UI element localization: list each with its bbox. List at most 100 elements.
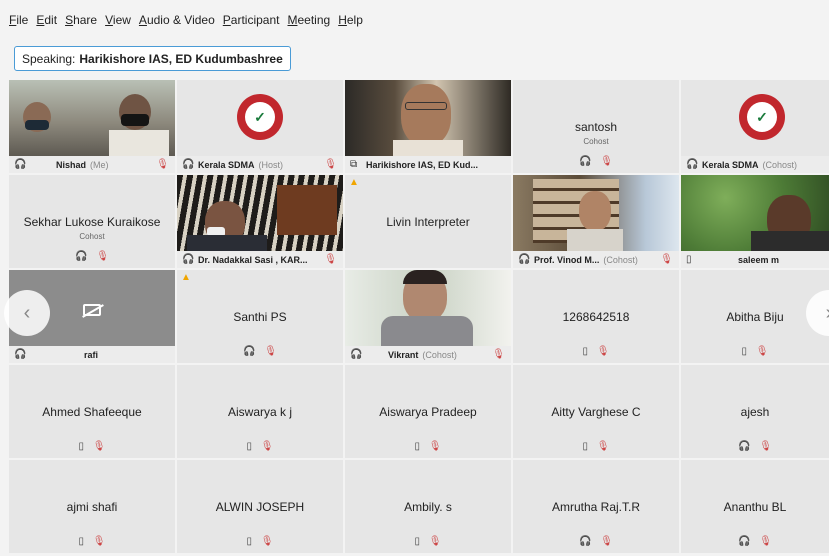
- participant-label: 🎧 rafi: [9, 346, 175, 363]
- participant-label: ▯ saleem m: [681, 251, 829, 268]
- video-feed: [177, 175, 343, 251]
- menu-bar: File Edit Share View Audio & Video Parti…: [0, 0, 829, 40]
- participant-tile-aiswarya-pradeep[interactable]: Aiswarya Pradeep ▯ 🎙: [345, 365, 511, 458]
- headset-icon: 🎧: [518, 254, 531, 265]
- participant-label: 🎧 Nishad (Me) 🎙: [9, 156, 175, 173]
- participant-tile-nadakkal[interactable]: 🎧 Dr. Nadakkal Sasi , KAR... 🎙: [177, 175, 343, 268]
- video-feed: [513, 175, 679, 251]
- menu-participant[interactable]: Participant: [223, 13, 280, 27]
- mic-muted-icon: 🎙: [96, 251, 109, 262]
- participant-tile-amrutha[interactable]: Amrutha Raj.T.R 🎧 🎙: [513, 460, 679, 553]
- menu-help[interactable]: Help: [338, 13, 363, 27]
- participant-tile-1268642518[interactable]: 1268642518 ▯ 🎙: [513, 270, 679, 363]
- chevron-left-icon: ‹: [23, 301, 31, 324]
- participant-tile-santhi[interactable]: ▲ Santhi PS 🎧 🎙: [177, 270, 343, 363]
- participant-tile-ambily[interactable]: Ambily. s ▯ 🎙: [345, 460, 511, 553]
- headset-icon: 🎧: [182, 159, 195, 170]
- participant-grid: 🎧 Nishad (Me) 🎙 ✓ 🎧 Kerala SDMA (Host) 🎙…: [9, 80, 829, 556]
- headset-icon: 🎧: [686, 159, 699, 170]
- participant-tile-ajmi[interactable]: ajmi shafi ▯ 🎙: [9, 460, 175, 553]
- mic-muted-icon: 🎙: [600, 536, 613, 547]
- headset-icon: 🎧: [243, 346, 256, 357]
- video-feed: [681, 175, 829, 251]
- participant-tile-livin[interactable]: ▲ Livin Interpreter: [345, 175, 511, 268]
- menu-share[interactable]: Share: [65, 13, 97, 27]
- menu-view[interactable]: View: [105, 13, 131, 27]
- mic-muted-icon: 🎙: [156, 159, 169, 170]
- participant-label: 🎧 Vikrant (Cohost) 🎙: [345, 346, 511, 363]
- mic-muted-icon: 🎙: [492, 349, 505, 360]
- mic-muted-icon: 🎙: [92, 441, 106, 452]
- phone-icon: ▯: [78, 441, 85, 452]
- participant-tile-santosh[interactable]: santosh Cohost 🎧 🎙: [513, 80, 679, 173]
- headset-icon: 🎧: [738, 441, 751, 452]
- video-feed: [9, 80, 175, 156]
- phone-icon: ▯: [582, 346, 589, 357]
- participant-tile-aitty[interactable]: Aitty Varghese C ▯ 🎙: [513, 365, 679, 458]
- video-feed: [345, 270, 511, 346]
- headset-icon: 🎧: [75, 251, 88, 262]
- mic-muted-icon: 🎙: [755, 346, 769, 357]
- phone-icon: ▯: [78, 536, 85, 547]
- participant-tile-harikishore[interactable]: ⧉ Harikishore IAS, ED Kud...: [345, 80, 511, 173]
- mic-muted-icon: 🎙: [92, 536, 106, 547]
- menu-meeting[interactable]: Meeting: [288, 13, 331, 27]
- kerala-sdma-logo: ✓: [739, 94, 785, 140]
- participant-label: 🎧 Kerala SDMA (Cohost): [681, 156, 829, 173]
- mic-muted-icon: 🎙: [600, 156, 613, 167]
- participant-tile-saleem[interactable]: ▯ saleem m: [681, 175, 829, 268]
- active-speaker-indicator: Speaking: Harikishore IAS, ED Kudumbashr…: [14, 46, 291, 71]
- participant-tile-aiswarya-kj[interactable]: Aiswarya k j ▯ 🎙: [177, 365, 343, 458]
- mic-muted-icon: 🎙: [759, 536, 772, 547]
- participant-tile-ananthu[interactable]: Ananthu BL 🎧 🎙: [681, 460, 829, 553]
- headset-icon: 🎧: [738, 536, 751, 547]
- mic-muted-icon: 🎙: [428, 441, 442, 452]
- participant-tile-kerala-sdma-host[interactable]: ✓ 🎧 Kerala SDMA (Host) 🎙: [177, 80, 343, 173]
- headset-icon: 🎧: [579, 156, 592, 167]
- menu-audio-video[interactable]: Audio & Video: [139, 13, 215, 27]
- camera-off-icon: [83, 304, 101, 316]
- phone-icon: ▯: [686, 254, 692, 265]
- phone-icon: ▯: [246, 536, 253, 547]
- menu-edit[interactable]: Edit: [36, 13, 57, 27]
- screen-share-icon: ⧉: [350, 159, 358, 170]
- participant-tile-kerala-sdma-cohost[interactable]: ✓ 🎧 Kerala SDMA (Cohost): [681, 80, 829, 173]
- headset-icon: 🎧: [14, 349, 27, 360]
- phone-icon: ▯: [414, 441, 421, 452]
- mic-muted-icon: 🎙: [264, 346, 277, 357]
- mic-muted-icon: 🎙: [260, 536, 274, 547]
- participant-label: 🎧 Dr. Nadakkal Sasi , KAR... 🎙: [177, 251, 343, 268]
- participant-tile-ahmed[interactable]: Ahmed Shafeeque ▯ 🎙: [9, 365, 175, 458]
- headset-icon: 🎧: [14, 159, 27, 170]
- mic-muted-icon: 🎙: [596, 346, 610, 357]
- participant-label: 🎧 Prof. Vinod M... (Cohost) 🎙: [513, 251, 679, 268]
- mic-muted-icon: 🎙: [596, 441, 610, 452]
- headset-icon: 🎧: [350, 349, 363, 360]
- speaking-prefix: Speaking:: [22, 51, 76, 66]
- participant-tile-vikrant[interactable]: 🎧 Vikrant (Cohost) 🎙: [345, 270, 511, 363]
- participant-label: ⧉ Harikishore IAS, ED Kud...: [345, 156, 511, 173]
- mic-muted-icon: 🎙: [260, 441, 274, 452]
- participant-tile-sekhar[interactable]: Sekhar Lukose Kuraikose Cohost 🎧 🎙: [9, 175, 175, 268]
- phone-icon: ▯: [582, 441, 589, 452]
- phone-icon: ▯: [414, 536, 421, 547]
- menu-file[interactable]: File: [9, 13, 28, 27]
- warning-icon: ▲: [349, 177, 359, 188]
- chevron-right-icon: ›: [826, 302, 829, 325]
- previous-page-button[interactable]: ‹: [4, 290, 50, 336]
- participant-tile-nishad[interactable]: 🎧 Nishad (Me) 🎙: [9, 80, 175, 173]
- warning-icon: ▲: [181, 272, 191, 283]
- mic-muted-icon: 🎙: [428, 536, 442, 547]
- participant-tile-alwin[interactable]: ALWIN JOSEPH ▯ 🎙: [177, 460, 343, 553]
- participant-tile-vinod[interactable]: 🎧 Prof. Vinod M... (Cohost) 🎙: [513, 175, 679, 268]
- headset-icon: 🎧: [579, 536, 592, 547]
- headset-icon: 🎧: [182, 254, 195, 265]
- mic-muted-icon: 🎙: [759, 441, 772, 452]
- participant-tile-ajesh[interactable]: ajesh 🎧 🎙: [681, 365, 829, 458]
- phone-icon: ▯: [246, 441, 253, 452]
- participant-label: 🎧 Kerala SDMA (Host) 🎙: [177, 156, 343, 173]
- phone-icon: ▯: [741, 346, 748, 357]
- mic-muted-icon: 🎙: [324, 159, 337, 170]
- mic-muted-icon: 🎙: [660, 254, 673, 265]
- mic-muted-icon: 🎙: [324, 254, 337, 265]
